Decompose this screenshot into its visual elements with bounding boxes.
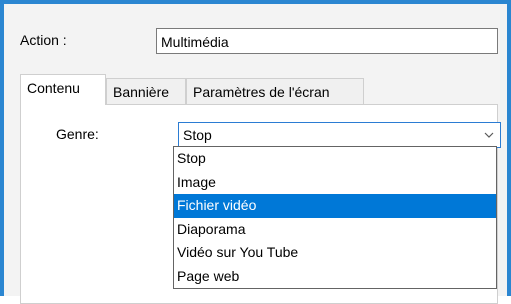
option-diaporama[interactable]: Diaporama bbox=[174, 218, 496, 242]
genre-label: Genre: bbox=[56, 126, 99, 142]
genre-select[interactable]: Stop bbox=[178, 122, 501, 148]
tab-bar: Contenu Bannière Paramètres de l'écran bbox=[20, 74, 498, 105]
action-input[interactable]: Multimédia bbox=[156, 28, 498, 54]
tab-contenu[interactable]: Contenu bbox=[20, 74, 106, 105]
tab-parametres-ecran[interactable]: Paramètres de l'écran bbox=[186, 78, 364, 104]
action-label: Action : bbox=[20, 32, 67, 48]
genre-dropdown-list: Stop Image Fichier vidéo Diaporama Vidéo… bbox=[173, 146, 497, 289]
tab-banniere[interactable]: Bannière bbox=[106, 78, 186, 104]
action-row: Action : Multimédia bbox=[20, 28, 510, 58]
option-video-youtube[interactable]: Vidéo sur You Tube bbox=[174, 241, 496, 265]
option-stop[interactable]: Stop bbox=[174, 147, 496, 171]
chevron-down-icon bbox=[482, 125, 496, 143]
option-image[interactable]: Image bbox=[174, 171, 496, 195]
genre-selected-value: Stop bbox=[183, 127, 212, 143]
option-page-web[interactable]: Page web bbox=[174, 265, 496, 289]
option-fichier-video[interactable]: Fichier vidéo bbox=[174, 194, 496, 218]
